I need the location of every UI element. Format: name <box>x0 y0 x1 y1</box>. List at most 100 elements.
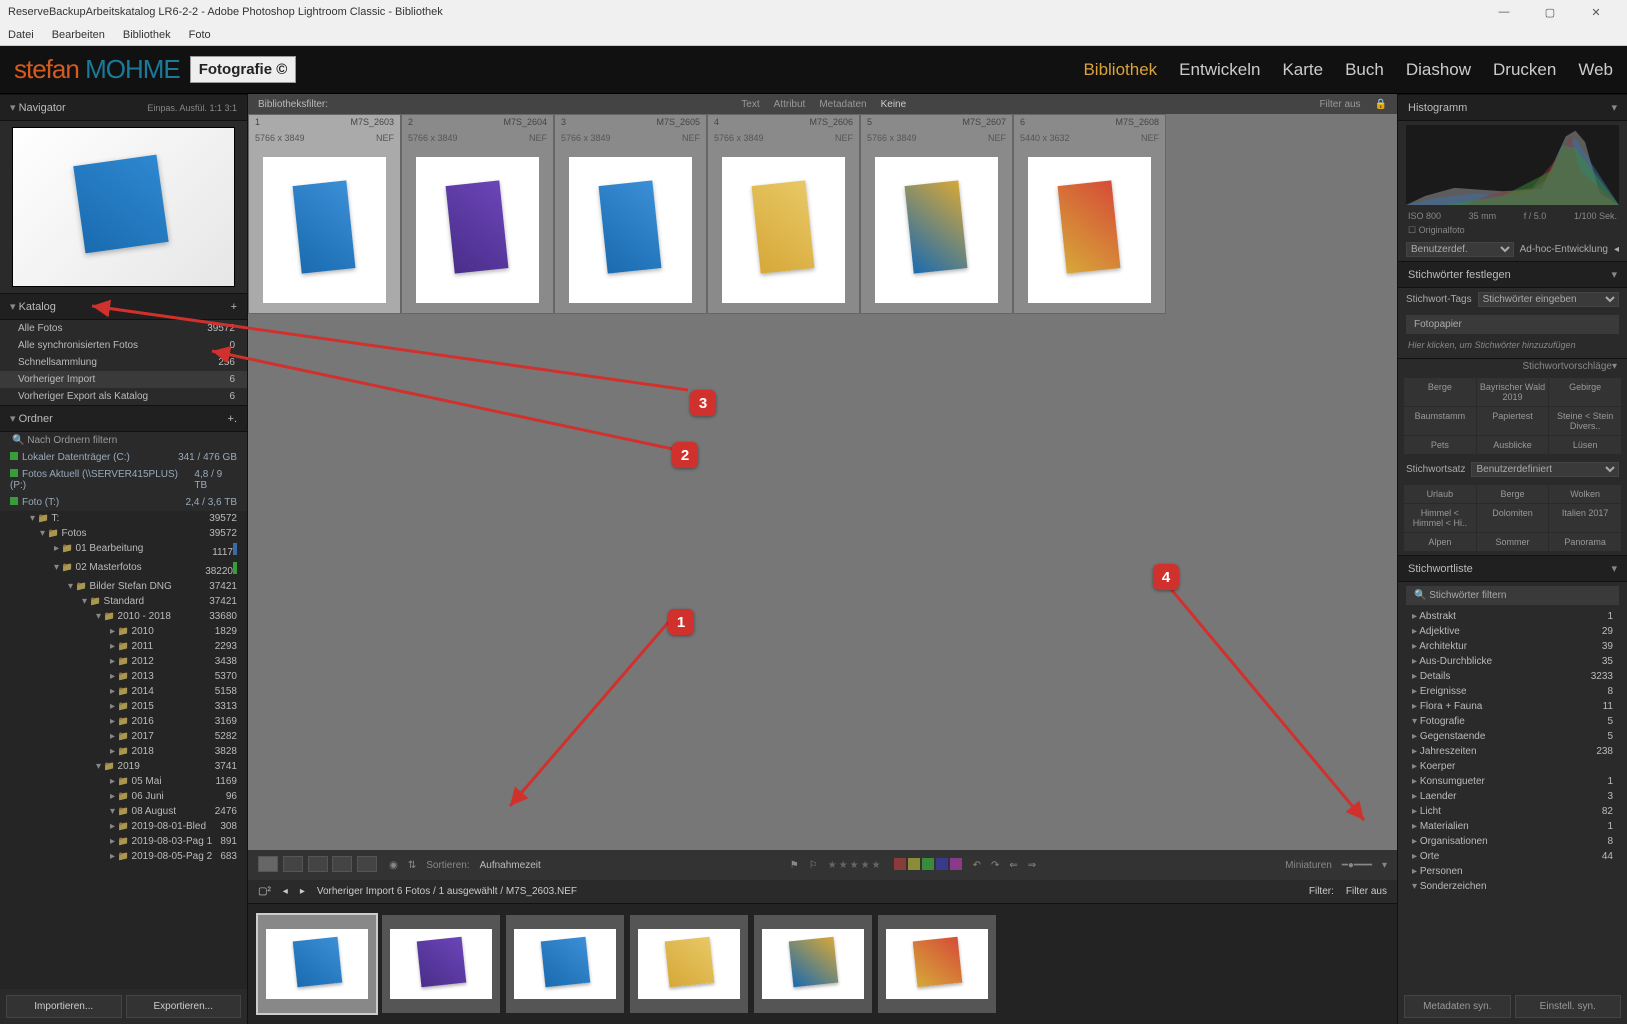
filmstrip-cell[interactable] <box>506 915 624 1013</box>
keyword-set-item[interactable]: Wolken <box>1549 485 1621 503</box>
catalog-row[interactable]: Alle Fotos39572 <box>0 320 247 337</box>
compare-view-button[interactable] <box>308 856 328 872</box>
keyword-list-item[interactable]: Materialien1 <box>1398 819 1627 834</box>
keyword-list-item[interactable]: Ereignisse8 <box>1398 684 1627 699</box>
keywordlist-header[interactable]: Stichwortliste▾ <box>1398 555 1627 582</box>
folder-row[interactable]: 20112293 <box>0 639 247 654</box>
keyword-set-select[interactable]: Benutzerdefiniert <box>1471 462 1619 477</box>
close-button[interactable]: ✕ <box>1573 6 1619 19</box>
keyword-set-item[interactable]: Dolomiten <box>1477 504 1549 532</box>
drive-c[interactable]: Lokaler Datenträger (C:)341 / 476 GB <box>0 449 247 466</box>
folder-row[interactable]: 20193741 <box>0 759 247 774</box>
keyword-list-item[interactable]: Sonderzeichen <box>1398 879 1627 894</box>
keyword-list-item[interactable]: Gegenstaende5 <box>1398 729 1627 744</box>
navigator-preview[interactable] <box>12 127 235 287</box>
keyword-list-item[interactable]: Adjektive29 <box>1398 624 1627 639</box>
flag-reject-icon[interactable]: ⚐ <box>809 860 818 871</box>
keyword-suggestion[interactable]: Berge <box>1404 378 1476 406</box>
menu-edit[interactable]: Bearbeiten <box>52 29 105 41</box>
survey-view-button[interactable] <box>332 856 352 872</box>
folder-row[interactable]: 20175282 <box>0 729 247 744</box>
go-back-icon[interactable]: ◂ <box>283 886 288 897</box>
keyword-suggestion[interactable]: Gebirge <box>1549 378 1621 406</box>
folder-row[interactable]: Fotos39572 <box>0 526 247 541</box>
folder-row[interactable]: 2019-08-03-Pag 1891 <box>0 834 247 849</box>
grid-cell[interactable]: 1M7S_26035766 x 3849NEF <box>248 114 401 314</box>
keyword-list-item[interactable]: Flora + Fauna11 <box>1398 699 1627 714</box>
folder-row[interactable]: 06 Juni96 <box>0 789 247 804</box>
keyword-list-item[interactable]: Architektur39 <box>1398 639 1627 654</box>
folder-row[interactable]: 01 Bearbeitung1117 <box>0 541 247 560</box>
second-monitor-icon[interactable]: ▢² <box>258 886 271 897</box>
source-indicator[interactable]: Vorheriger Import 6 Fotos / 1 ausgewählt… <box>317 886 577 897</box>
keyword-list-item[interactable]: Konsumgueter1 <box>1398 774 1627 789</box>
catalog-row[interactable]: Vorheriger Export als Katalog6 <box>0 388 247 405</box>
keyword-list-item[interactable]: Aus-Durchblicke35 <box>1398 654 1627 669</box>
folder-row[interactable]: 20135370 <box>0 669 247 684</box>
keyword-suggestion[interactable]: Baumstamm <box>1404 407 1476 435</box>
catalog-header[interactable]: ▾ Katalog+ <box>0 293 247 320</box>
import-button[interactable]: Importieren... <box>6 995 122 1018</box>
filter-text[interactable]: Text <box>741 99 759 110</box>
grid-cell[interactable]: 3M7S_26055766 x 3849NEF <box>554 114 707 314</box>
people-view-button[interactable] <box>357 856 377 872</box>
grid-cell[interactable]: 5M7S_26075766 x 3849NEF <box>860 114 1013 314</box>
keyword-set-item[interactable]: Urlaub <box>1404 485 1476 503</box>
filmstrip-filter[interactable]: Filter aus <box>1346 886 1387 897</box>
keyword-suggestion[interactable]: Steine < Stein Divers.. <box>1549 407 1621 435</box>
filmstrip-cell[interactable] <box>754 915 872 1013</box>
catalog-row[interactable]: Schnellsammlung256 <box>0 354 247 371</box>
folder-row[interactable]: 05 Mai1169 <box>0 774 247 789</box>
keyword-filter[interactable]: 🔍 Stichwörter filtern <box>1406 586 1619 605</box>
module-library[interactable]: Bibliothek <box>1083 60 1157 80</box>
prev-photo-icon[interactable]: ⇐ <box>1009 860 1017 871</box>
keyword-suggestion[interactable]: Bayrischer Wald 2019 <box>1477 378 1549 406</box>
catalog-row[interactable]: Alle synchronisierten Fotos0 <box>0 337 247 354</box>
grid-cell[interactable]: 4M7S_26065766 x 3849NEF <box>707 114 860 314</box>
rotate-cw-icon[interactable]: ↷ <box>991 860 999 871</box>
maximize-button[interactable]: ▢ <box>1527 6 1573 19</box>
keyword-list-item[interactable]: Details3233 <box>1398 669 1627 684</box>
keyword-suggestion[interactable]: Papiertest <box>1477 407 1549 435</box>
folder-row[interactable]: 20123438 <box>0 654 247 669</box>
sync-metadata-button[interactable]: Metadaten syn. <box>1404 995 1511 1018</box>
module-book[interactable]: Buch <box>1345 60 1384 80</box>
go-forward-icon[interactable]: ▸ <box>300 886 305 897</box>
folder-row[interactable]: 20101829 <box>0 624 247 639</box>
module-print[interactable]: Drucken <box>1493 60 1556 80</box>
dev-preset-select[interactable]: Benutzerdef. <box>1406 242 1514 257</box>
thumbnail-size-slider[interactable]: ━●━━━ <box>1342 860 1372 871</box>
filter-none[interactable]: Keine <box>881 99 907 110</box>
keyword-set-item[interactable]: Himmel < Himmel < Hi.. <box>1404 504 1476 532</box>
folder-row[interactable]: 20163169 <box>0 714 247 729</box>
loupe-view-button[interactable] <box>283 856 303 872</box>
keyword-set-item[interactable]: Panorama <box>1549 533 1621 551</box>
keyword-suggestion[interactable]: Lüsen <box>1549 436 1621 454</box>
folder-row[interactable]: Bilder Stefan DNG37421 <box>0 579 247 594</box>
keyword-suggestion[interactable]: Ausblicke <box>1477 436 1549 454</box>
keyword-list-item[interactable]: Jahreszeiten238 <box>1398 744 1627 759</box>
keyword-list-item[interactable]: Personen <box>1398 864 1627 879</box>
keyword-list-item[interactable]: Orte44 <box>1398 849 1627 864</box>
filter-metadata[interactable]: Metadaten <box>819 99 866 110</box>
drive-t[interactable]: Foto (T:)2,4 / 3,6 TB <box>0 494 247 511</box>
module-map[interactable]: Karte <box>1282 60 1323 80</box>
sort-direction-icon[interactable]: ⇅ <box>408 860 416 871</box>
catalog-row[interactable]: Vorheriger Import6 <box>0 371 247 388</box>
keyword-entry[interactable]: Fotopapier <box>1406 315 1619 334</box>
histogram-header[interactable]: Histogramm▾ <box>1398 94 1627 121</box>
painter-tool-icon[interactable]: ◉ <box>389 860 398 871</box>
keywording-header[interactable]: Stichwörter festlegen▾ <box>1398 261 1627 288</box>
flag-pick-icon[interactable]: ⚑ <box>790 860 799 871</box>
keyword-set-item[interactable]: Italien 2017 <box>1549 504 1621 532</box>
folder-row[interactable]: 20145158 <box>0 684 247 699</box>
keyword-list-item[interactable]: Abstrakt1 <box>1398 609 1627 624</box>
filmstrip-cell[interactable] <box>630 915 748 1013</box>
keyword-list-item[interactable]: Koerper <box>1398 759 1627 774</box>
folder-row[interactable]: 2019-08-05-Pag 2683 <box>0 849 247 864</box>
histogram-display[interactable] <box>1406 125 1619 205</box>
folder-row[interactable]: 2019-08-01-Bled308 <box>0 819 247 834</box>
drive-p[interactable]: Fotos Aktuell (\\SERVER415PLUS) (P:)4,8 … <box>0 466 247 494</box>
keyword-list-item[interactable]: Organisationen8 <box>1398 834 1627 849</box>
sort-field[interactable]: Aufnahmezeit <box>480 860 541 871</box>
